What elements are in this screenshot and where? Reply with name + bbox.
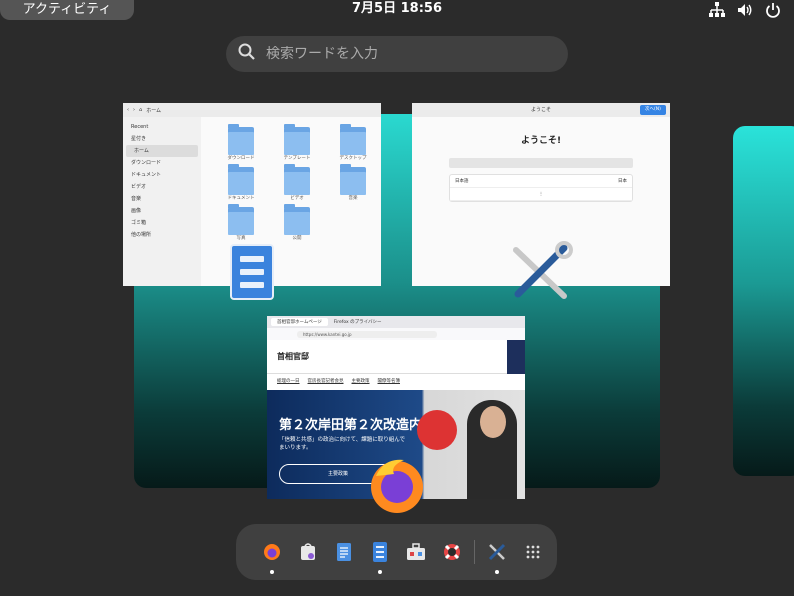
files-headerbar: ‹ › ⌂ ホーム <box>123 103 381 117</box>
site-header: 首相官邸 <box>267 340 525 374</box>
dash <box>236 524 557 580</box>
search-input[interactable] <box>266 46 546 62</box>
browser-tab: Firefox のプライバシー <box>333 320 382 325</box>
sidebar-item: ドキュメント <box>131 172 162 178</box>
language-row: 日本語 日本 <box>450 175 632 188</box>
dash-tweaks[interactable] <box>479 534 515 574</box>
app-grid-icon <box>526 545 540 559</box>
browser-tab: 首相官邸ホームページ <box>271 318 328 326</box>
folder-icon <box>228 124 254 155</box>
folder-item: 音楽 <box>325 164 381 201</box>
dash-toolbox[interactable] <box>398 534 434 570</box>
dash-help[interactable] <box>434 534 470 570</box>
system-tray[interactable] <box>708 1 782 19</box>
sidebar-item: 他の場所 <box>131 232 152 238</box>
dash-firefox[interactable] <box>254 534 290 574</box>
running-indicator <box>378 570 382 574</box>
top-bar: アクティビティ 7月5日 18:56 <box>0 0 794 20</box>
sidebar-item: ビデオ <box>131 184 147 190</box>
folder-item: 写真 <box>213 204 269 241</box>
hero-title: 第２次岸田第２次改造内閣 <box>279 418 436 433</box>
folder-icon <box>284 124 310 155</box>
folder-grid: ダウンロード テンプレート デスクトップ ドキュメント ビデオ 音楽 写真 公開 <box>213 124 381 241</box>
sidebar-item: Recent <box>131 124 149 130</box>
dash-files[interactable] <box>362 534 398 574</box>
hero-subtitle: 「信頼と共感」の政治に向けて、課題に取り組んでまいります。 <box>279 437 405 451</box>
browser-tabbar: 首相官邸ホームページ Firefox のプライバシー <box>267 316 525 328</box>
firefox-icon <box>264 544 280 560</box>
next-button: 次へ(N) <box>640 105 666 115</box>
folder-icon <box>340 124 366 155</box>
sidebar-item: 星付き <box>131 136 147 142</box>
files-sidebar: Recent 星付き ホーム ダウンロード ドキュメント ビデオ 音楽 画像 ゴ… <box>123 117 201 286</box>
welcome-headerbar: ようこそ 次へ(N) <box>412 103 670 117</box>
tweaks-icon <box>488 543 506 561</box>
power-icon[interactable] <box>764 1 782 19</box>
dash-separator <box>474 540 475 564</box>
sidebar-item: ダウンロード <box>131 160 162 166</box>
tweaks-app-icon <box>506 240 574 304</box>
search-bar[interactable] <box>226 36 568 72</box>
search-icon <box>238 43 256 65</box>
folder-icon <box>228 204 254 235</box>
sidebar-item: 画像 <box>131 208 142 214</box>
sidebar-item: ゴミ箱 <box>131 220 147 226</box>
firefox-app-icon <box>366 454 428 516</box>
portrait-face <box>480 406 506 438</box>
sidebar-item: ホーム <box>126 145 198 157</box>
software-icon <box>301 543 315 560</box>
files-app-icon <box>230 244 274 300</box>
folder-icon <box>228 164 254 195</box>
workspace-next[interactable] <box>733 126 794 476</box>
back-icon: ‹ <box>127 107 129 113</box>
site-nav: 総理の一日 官房長官記者会見 主要政策 閣僚等名簿 <box>277 379 400 384</box>
clock[interactable]: 7月5日 18:56 <box>0 0 794 18</box>
files-icon <box>373 542 387 562</box>
files-window-title: ホーム <box>146 107 162 114</box>
language-search <box>449 158 633 168</box>
language-list: 日本語 日本 ⋮ <box>449 174 633 202</box>
running-indicator <box>495 570 499 574</box>
running-indicator <box>270 570 274 574</box>
folder-item: ダウンロード <box>213 124 269 161</box>
dash-text-editor[interactable] <box>326 534 362 570</box>
folder-item: 公開 <box>269 204 325 241</box>
text-editor-icon <box>337 543 351 561</box>
help-lifebuoy-icon <box>444 544 460 560</box>
toolbox-icon <box>407 543 425 560</box>
more-languages-row: ⋮ <box>450 188 632 201</box>
folder-item: テンプレート <box>269 124 325 161</box>
forward-icon: › <box>133 107 135 113</box>
site-logo: 首相官邸 <box>277 352 309 361</box>
folder-icon <box>340 164 366 195</box>
flag-image <box>417 410 457 450</box>
welcome-window-title: ようこそ <box>530 107 551 113</box>
url-bar: https://www.kantei.go.jp <box>267 328 525 340</box>
site-menu-button <box>507 340 525 374</box>
folder-item: デスクトップ <box>325 124 381 161</box>
home-icon: ⌂ <box>139 107 143 113</box>
folder-item: ビデオ <box>269 164 325 201</box>
folder-icon <box>284 204 310 235</box>
folder-item: ドキュメント <box>213 164 269 201</box>
welcome-heading: ようこそ! <box>520 136 562 146</box>
network-icon[interactable] <box>708 1 726 19</box>
folder-icon <box>284 164 310 195</box>
dash-app-grid[interactable] <box>515 534 551 570</box>
dash-software[interactable] <box>290 534 326 570</box>
volume-icon[interactable] <box>736 1 754 19</box>
sidebar-item: 音楽 <box>131 196 142 202</box>
